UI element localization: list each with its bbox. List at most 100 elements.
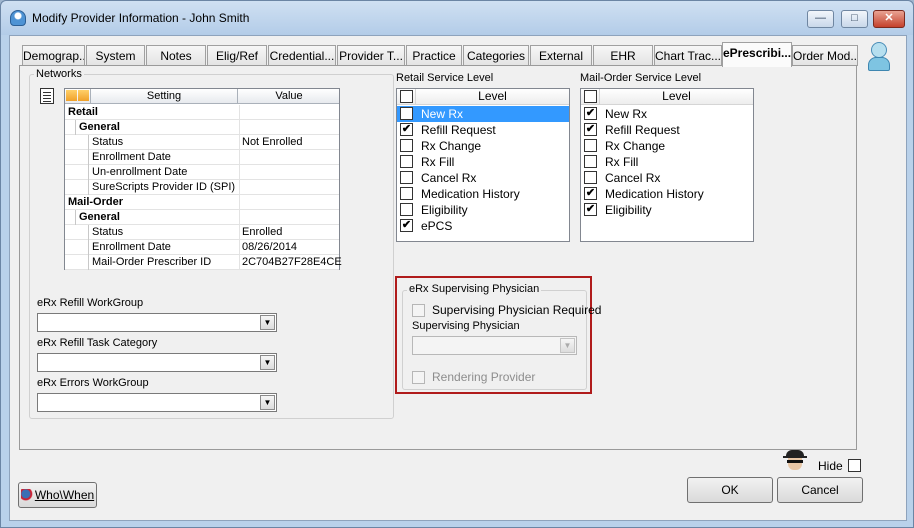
mailorder-item-checkbox[interactable]: ✔ (584, 203, 597, 216)
mailorder-list-item[interactable]: ✔ Medication History (581, 186, 753, 202)
mailorder-item-checkbox[interactable] (584, 155, 597, 168)
property-grid-icon[interactable] (40, 88, 54, 104)
tab-categories[interactable]: Categories (463, 45, 529, 66)
refill-workgroup-combo[interactable]: ▼ (37, 313, 277, 332)
grid-row[interactable]: General (65, 120, 339, 135)
grid-value-cell[interactable]: Enrolled (239, 225, 339, 240)
tab-ehr[interactable]: EHR (593, 45, 653, 66)
tab-order-mode[interactable]: Order Mod... (792, 45, 858, 66)
retail-list-item[interactable]: ✔ Refill Request (397, 122, 569, 138)
grid-value-cell[interactable] (239, 165, 339, 180)
retail-select-all-checkbox[interactable] (400, 90, 413, 103)
retail-list-item[interactable]: Eligibility (397, 202, 569, 218)
grid-row[interactable]: Retail (65, 105, 339, 120)
setting-column-header[interactable]: Setting (90, 89, 238, 104)
retail-list-item[interactable]: ✔ ePCS (397, 218, 569, 234)
tab-demographics[interactable]: Demograp... (22, 45, 85, 66)
tab-practice[interactable]: Practice (406, 45, 462, 66)
grid-value-cell[interactable] (239, 180, 339, 195)
mailorder-list-item[interactable]: Rx Change (581, 138, 753, 154)
refill-workgroup-label: eRx Refill WorkGroup (37, 297, 144, 309)
tab-eprescribing[interactable]: ePrescribi... (722, 42, 792, 67)
grid-setting-cell: General (79, 121, 120, 133)
grid-value-cell[interactable] (239, 120, 339, 135)
ok-button[interactable]: OK (687, 477, 773, 503)
tab-system[interactable]: System (86, 45, 145, 66)
retail-item-checkbox[interactable]: ✔ (400, 219, 413, 232)
retail-item-checkbox[interactable] (400, 155, 413, 168)
mailorder-list-item[interactable]: Cancel Rx (581, 170, 753, 186)
grid-value-cell[interactable] (239, 150, 339, 165)
grid-row[interactable]: General (65, 210, 339, 225)
retail-item-checkbox[interactable] (400, 187, 413, 200)
retail-item-checkbox[interactable] (400, 139, 413, 152)
grid-value-cell[interactable] (239, 210, 339, 225)
grid-row[interactable]: Enrollment Date 08/26/2014 (65, 240, 339, 255)
grid-row[interactable]: Enrollment Date (65, 150, 339, 165)
grid-row[interactable]: Status Not Enrolled (65, 135, 339, 150)
grid-row[interactable]: Mail-Order Prescriber ID 2C704B27F28E4CE (65, 255, 342, 270)
chevron-down-icon[interactable]: ▼ (260, 315, 275, 330)
grid-value-cell[interactable] (239, 195, 339, 210)
sort-icon[interactable] (66, 90, 90, 102)
mailorder-item-label: Eligibility (605, 203, 652, 217)
retail-list-item[interactable]: Rx Change (397, 138, 569, 154)
networks-grid[interactable]: Setting Value Retail General Status Not Enr… (64, 88, 342, 270)
grid-row[interactable]: SureScripts Provider ID (SPI) (65, 180, 339, 195)
mailorder-service-level-label: Mail-Order Service Level (580, 72, 702, 84)
mailorder-list-item[interactable]: ✔ New Rx (581, 106, 753, 122)
tab-notes[interactable]: Notes (146, 45, 206, 66)
mailorder-item-checkbox[interactable] (584, 171, 597, 184)
errors-workgroup-combo[interactable]: ▼ (37, 393, 277, 412)
cancel-button[interactable]: Cancel (777, 477, 863, 503)
retail-list-item[interactable]: Medication History (397, 186, 569, 202)
minimize-button[interactable]: — (807, 10, 834, 28)
grid-value-cell[interactable]: Not Enrolled (239, 135, 339, 150)
supervising-required-checkbox[interactable] (412, 304, 425, 317)
retail-service-level-label: Retail Service Level (396, 72, 494, 84)
tab-provider-type[interactable]: Provider T... (337, 45, 405, 66)
tab-external[interactable]: External (530, 45, 592, 66)
retail-item-checkbox[interactable] (400, 203, 413, 216)
retail-list-item[interactable]: ✔ New Rx (397, 106, 569, 122)
title-bar[interactable]: Modify Provider Information - John Smith… (1, 1, 913, 35)
tab-chart-tracking[interactable]: Chart Trac... (654, 45, 722, 66)
retail-item-checkbox[interactable]: ✔ (400, 107, 413, 120)
mailorder-list-item[interactable]: Rx Fill (581, 154, 753, 170)
rendering-provider-checkbox[interactable] (412, 371, 425, 384)
mailorder-list-item[interactable]: ✔ Refill Request (581, 122, 753, 138)
mailorder-item-checkbox[interactable]: ✔ (584, 107, 597, 120)
tab-credentialing[interactable]: Credential... (268, 45, 336, 66)
mailorder-item-label: Cancel Rx (605, 171, 661, 185)
who-when-button[interactable]: Who\When (18, 482, 97, 508)
mailorder-select-all-checkbox[interactable] (584, 90, 597, 103)
chevron-down-icon[interactable]: ▼ (260, 355, 275, 370)
chevron-down-icon[interactable]: ▼ (560, 338, 575, 353)
grid-row[interactable]: Status Enrolled (65, 225, 339, 240)
mailorder-item-checkbox[interactable]: ✔ (584, 123, 597, 136)
retail-list-item[interactable]: Cancel Rx (397, 170, 569, 186)
retail-item-checkbox[interactable] (400, 171, 413, 184)
retail-item-checkbox[interactable]: ✔ (400, 123, 413, 136)
who-when-label: Who\When (34, 488, 95, 502)
grid-value-cell[interactable]: 2C704B27F28E4CE (239, 255, 342, 270)
retail-list-item[interactable]: Rx Fill (397, 154, 569, 170)
supervising-physician-combo[interactable]: ▼ (412, 336, 577, 355)
grid-row[interactable]: Mail-Order (65, 195, 339, 210)
chevron-down-icon[interactable]: ▼ (260, 395, 275, 410)
value-column-header[interactable]: Value (239, 89, 339, 104)
mailorder-item-checkbox[interactable] (584, 139, 597, 152)
retail-service-level-list[interactable]: Level ✔ New Rx ✔ Refill Request Rx Change Rx … (396, 88, 570, 242)
grid-row[interactable]: Un-enrollment Date (65, 165, 339, 180)
grid-value-cell[interactable]: 08/26/2014 (239, 240, 339, 255)
refill-task-category-combo[interactable]: ▼ (37, 353, 277, 372)
close-button[interactable]: ✕ (873, 10, 905, 28)
tab-elig-ref[interactable]: Elig/Ref (207, 45, 267, 66)
mailorder-service-level-list[interactable]: Level ✔ New Rx ✔ Refill Request Rx Change Rx … (580, 88, 754, 242)
hide-checkbox[interactable] (848, 459, 861, 472)
retail-item-label: Refill Request (421, 123, 496, 137)
maximize-button[interactable]: □ (841, 10, 868, 28)
mailorder-list-item[interactable]: ✔ Eligibility (581, 202, 753, 218)
grid-value-cell[interactable] (239, 105, 339, 120)
mailorder-item-checkbox[interactable]: ✔ (584, 187, 597, 200)
